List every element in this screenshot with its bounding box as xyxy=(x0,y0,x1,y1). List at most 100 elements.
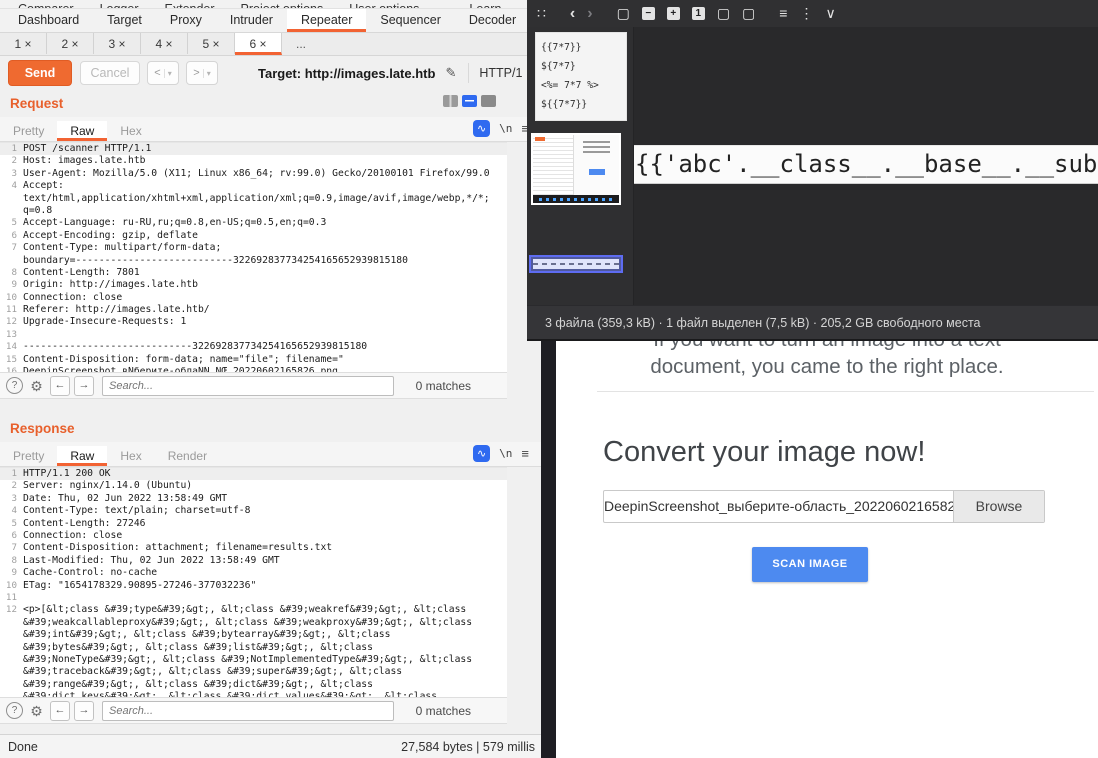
send-button[interactable]: Send xyxy=(8,60,72,86)
single-layout-icon[interactable] xyxy=(481,95,496,107)
response-line: &#39;weakcallableproxy&#39;&gt;, &lt;cla… xyxy=(0,617,507,629)
response-search-input[interactable] xyxy=(102,701,394,721)
repeater-tab[interactable]: ... xyxy=(282,33,320,54)
burp-top-tab[interactable]: User options xyxy=(349,2,419,9)
rows-layout-icon[interactable] xyxy=(462,95,477,107)
burp-main-tab[interactable]: Decoder xyxy=(455,9,530,30)
screenshot-thumbnail[interactable] xyxy=(531,133,621,205)
desktop: Comparer Logger Extender Project options Use… xyxy=(0,0,1098,758)
edit-target-pencil-icon[interactable]: ✎ xyxy=(445,65,456,81)
request-line: 11Referer: http://images.late.htb/ xyxy=(0,304,507,316)
payload-image-preview: {{'abc'.__class__.__base__.__subclasses_… xyxy=(634,145,1098,184)
burp-main-tab[interactable]: Repeater xyxy=(287,9,366,32)
response-line: 11 xyxy=(0,592,507,604)
more-icon[interactable]: ⋮ xyxy=(799,0,813,27)
request-match-count: 0 matches xyxy=(416,379,471,393)
response-title: Response xyxy=(10,421,75,436)
fit-height-icon[interactable]: ▢ xyxy=(742,0,755,27)
request-view-tabs: PrettyRawHex xyxy=(0,121,155,141)
burp-main-tab[interactable]: Target xyxy=(93,9,156,30)
gear-icon[interactable]: ⚙ xyxy=(28,703,45,718)
burp-top-tab[interactable]: Logger xyxy=(100,2,139,9)
burp-main-tab[interactable]: Dashboard xyxy=(4,9,93,30)
actual-size-icon[interactable]: 1 xyxy=(692,7,705,20)
prettify-icon[interactable]: ∿ xyxy=(473,445,490,462)
request-search-input[interactable] xyxy=(102,376,394,396)
fit-width-icon[interactable]: ▢ xyxy=(717,0,730,27)
request-panel: Request PrettyRawHex ∿ \n ≡ 1POST /scann… xyxy=(0,90,541,399)
repeater-tab[interactable]: 2 × xyxy=(47,33,94,54)
image-preview-area: {{'abc'.__class__.__base__.__subclasses_… xyxy=(634,27,1098,306)
request-line: 3User-Agent: Mozilla/5.0 (X11; Linux x86… xyxy=(0,168,507,180)
response-line: 1HTTP/1.1 200 OK xyxy=(0,468,507,480)
grid-icon[interactable]: ∷ xyxy=(537,0,546,27)
ssti-payloads-thumbnail[interactable]: {{7*7}}${7*7}<%= 7*7 %>${{7*7}} xyxy=(535,32,627,121)
burp-top-tab[interactable]: Comparer xyxy=(18,2,74,9)
http-version-selector[interactable]: HTTP/1 xyxy=(479,66,522,80)
gear-icon[interactable]: ⚙ xyxy=(28,378,45,393)
response-view-tab[interactable]: Pretty xyxy=(0,446,57,466)
repeater-tab[interactable]: 4 × xyxy=(141,33,188,54)
request-view-tab[interactable]: Pretty xyxy=(0,121,57,141)
repeater-tab[interactable]: 5 × xyxy=(188,33,235,54)
history-back-button[interactable]: <▾ xyxy=(147,61,179,85)
forward-icon[interactable]: › xyxy=(587,0,592,27)
burp-main-tab[interactable]: Intruder xyxy=(216,9,287,30)
prev-match-icon[interactable]: ← xyxy=(50,701,70,721)
divider xyxy=(597,391,1094,392)
response-view-tab[interactable]: Hex xyxy=(107,446,154,466)
prev-match-icon[interactable]: ← xyxy=(50,376,70,396)
request-editor[interactable]: 1POST /scanner HTTP/1.1 2Host: images.la… xyxy=(0,142,507,372)
response-view-tab[interactable]: Raw xyxy=(57,446,107,466)
editor-menu-icon[interactable]: ≡ xyxy=(521,446,529,461)
history-forward-button[interactable]: >▾ xyxy=(186,61,218,85)
request-line: 14-----------------------------322692837… xyxy=(0,341,507,353)
request-view-tab[interactable]: Raw xyxy=(57,121,107,141)
repeater-tab[interactable]: 1 × xyxy=(0,33,47,54)
next-match-icon[interactable]: → xyxy=(74,376,94,396)
prettify-icon[interactable]: ∿ xyxy=(473,120,490,137)
viewer-status-text: 3 файла (359,3 kB) · 1 файл выделен (7,5… xyxy=(545,316,981,330)
selected-payload-thumbnail[interactable] xyxy=(529,255,623,273)
show-newlines-icon[interactable]: \n xyxy=(499,122,512,135)
burp-repeater-window: Comparer Logger Extender Project options Use… xyxy=(0,0,541,758)
request-line: 9Origin: http://images.late.htb xyxy=(0,279,507,291)
chevron-down-icon: ▾ xyxy=(203,69,211,78)
browse-button[interactable]: Browse xyxy=(953,491,1044,522)
zoom-out-icon[interactable]: − xyxy=(642,7,655,20)
request-view-tab[interactable]: Hex xyxy=(107,121,154,141)
response-line: 5Content-Length: 27246 xyxy=(0,518,507,530)
help-icon[interactable]: ? xyxy=(6,702,23,719)
response-match-count: 0 matches xyxy=(416,704,471,718)
columns-layout-icon[interactable] xyxy=(443,95,458,107)
next-match-icon[interactable]: → xyxy=(74,701,94,721)
burp-top-tab[interactable]: Learn xyxy=(469,2,501,9)
response-line: &#39;bytes&#39;&gt;, &lt;class &#39;list… xyxy=(0,642,507,654)
repeater-tab[interactable]: 6 × xyxy=(235,33,282,55)
request-line: q=0.8 xyxy=(0,205,507,217)
dropdown-icon[interactable]: ∨ xyxy=(825,0,835,27)
convert-image-page: If you want to turn an image into a text… xyxy=(556,326,1098,758)
response-editor[interactable]: 1HTTP/1.1 200 OK 2Server: nginx/1.14.0 (… xyxy=(0,467,507,697)
file-upload-field[interactable]: DeepinScreenshot_выберите-область_202206… xyxy=(603,490,1045,523)
repeater-tab[interactable]: 3 × xyxy=(94,33,141,54)
burp-top-tab[interactable]: Project options xyxy=(241,2,324,9)
burp-main-tab[interactable]: Sequencer xyxy=(366,9,454,30)
response-view-tab[interactable]: Render xyxy=(155,446,220,466)
list-icon[interactable]: ≡ xyxy=(779,0,787,27)
scan-image-button[interactable]: SCAN IMAGE xyxy=(752,547,868,582)
help-icon[interactable]: ? xyxy=(6,377,23,394)
back-icon[interactable]: ‹ xyxy=(570,0,575,27)
response-line: &#39;dict_keys&#39;&gt;, &lt;class &#39;… xyxy=(0,691,507,697)
repeater-toolbar: Send Cancel <▾ >▾ Target: http://images.… xyxy=(0,56,541,90)
request-line: 12Upgrade-Insecure-Requests: 1 xyxy=(0,316,507,328)
zoom-in-icon[interactable]: + xyxy=(667,7,680,20)
response-line: 7Content-Disposition: attachment; filena… xyxy=(0,542,507,554)
request-line: 8Content-Length: 7801 xyxy=(0,267,507,279)
show-newlines-icon[interactable]: \n xyxy=(499,447,512,460)
burp-top-tab[interactable]: Extender xyxy=(165,2,215,9)
cancel-button[interactable]: Cancel xyxy=(80,61,140,85)
response-line: 3Date: Thu, 02 Jun 2022 13:58:49 GMT xyxy=(0,493,507,505)
fit-window-icon[interactable]: ▢ xyxy=(617,0,630,27)
burp-main-tab[interactable]: Proxy xyxy=(156,9,216,30)
